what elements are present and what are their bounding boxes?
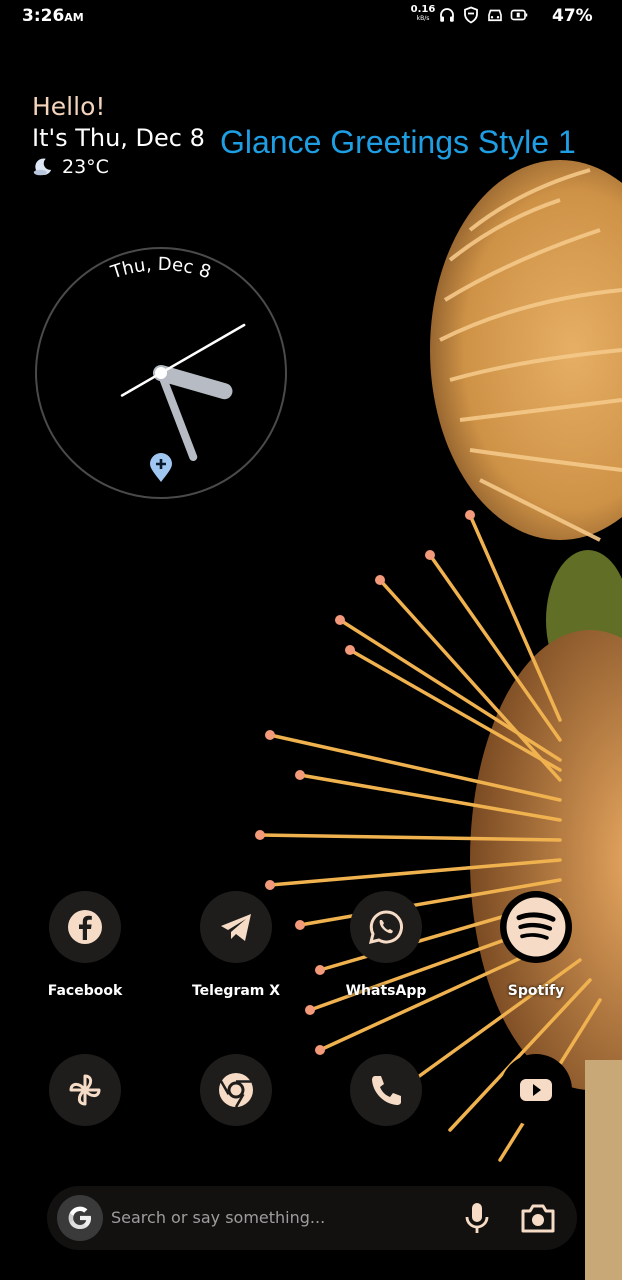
facebook-icon (68, 910, 102, 944)
status-time: 3:26AM (22, 6, 84, 26)
greeting-hello: Hello! (32, 92, 106, 121)
camera-icon[interactable] (519, 1201, 557, 1235)
phone-icon (372, 1076, 401, 1105)
app-youtube[interactable] (476, 1054, 596, 1126)
app-spotify[interactable]: Spotify (476, 891, 596, 999)
search-placeholder[interactable]: Search or say something... (111, 1208, 325, 1227)
app-label: Facebook (47, 983, 123, 999)
spotify-icon (506, 897, 566, 957)
app-label: Spotify (507, 983, 565, 999)
temperature: 23°C (62, 156, 109, 178)
app-chrome[interactable] (176, 1054, 296, 1126)
greeting-widget[interactable]: Hello! It's Thu, Dec 8 23°C (32, 92, 205, 178)
youtube-icon (520, 1079, 552, 1101)
app-label: Telegram X (191, 983, 281, 999)
battery-percentage: 47% (552, 6, 593, 26)
network-speed: 0.16 kB/s (410, 4, 436, 23)
whatsapp-icon (368, 910, 403, 945)
mic-icon[interactable] (459, 1200, 495, 1236)
glance-style-label: Glance Greetings Style 1 (220, 124, 576, 160)
pinwheel-icon (69, 1074, 101, 1106)
app-whatsapp[interactable]: WhatsApp (326, 891, 446, 999)
car-icon (488, 9, 502, 22)
home-screen: 3:26AM 0.16 kB/s 47% Hello! It's Thu, De… (0, 0, 622, 1280)
app-pinwheel[interactable] (25, 1054, 145, 1126)
status-bar: 3:26AM 0.16 kB/s 47% (0, 0, 622, 34)
app-telegram-x[interactable]: Telegram X (176, 891, 296, 999)
search-bar[interactable]: Search or say something... (47, 1186, 577, 1250)
shield-icon (464, 6, 478, 24)
clock-center (155, 367, 167, 379)
chrome-icon (219, 1073, 253, 1108)
greeting-weather[interactable]: 23°C (32, 156, 205, 178)
battery-icon (510, 9, 528, 21)
telegram-icon (221, 914, 251, 941)
app-label: WhatsApp (345, 983, 427, 999)
app-facebook[interactable]: Facebook (25, 891, 145, 999)
analog-clock-widget[interactable]: Thu, Dec 8 (34, 246, 288, 500)
google-icon[interactable] (57, 1195, 103, 1241)
headphones-icon (440, 8, 454, 22)
greeting-date: It's Thu, Dec 8 (32, 124, 205, 152)
moon-icon (33, 158, 52, 176)
app-phone[interactable] (326, 1054, 446, 1126)
